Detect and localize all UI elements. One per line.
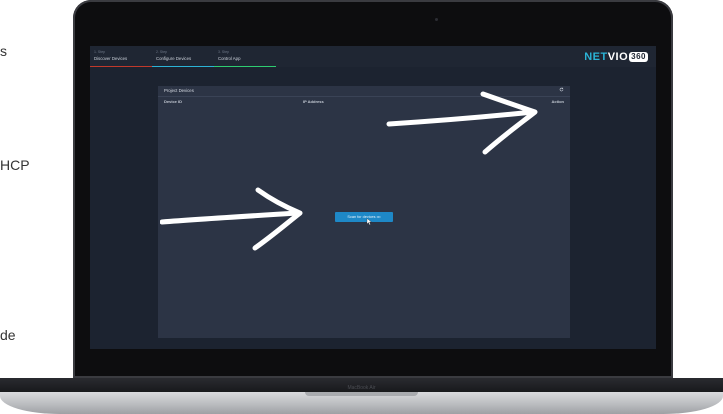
side-text-3: de <box>0 327 16 343</box>
side-text-2: HCP <box>0 157 30 173</box>
model-label: MacBook Air <box>347 385 376 391</box>
brand-part2: VIO <box>607 51 629 63</box>
cursor-icon <box>366 218 372 226</box>
tab-step-number: 2. Step <box>156 50 168 54</box>
column-action: Action <box>551 99 564 104</box>
scan-for-devices-button[interactable]: Scan for devices ••• <box>335 212 393 222</box>
scan-icon: ••• <box>376 215 381 219</box>
tab-step-number: 3. Step <box>218 50 230 54</box>
column-ip-address: IP Address <box>303 99 324 104</box>
laptop-screen: 1. Step Discover Devices 2. Step Configu… <box>90 46 656 349</box>
tab-label: Configure Devices <box>156 56 192 61</box>
arrow-annotation-icon <box>160 187 303 251</box>
laptop-notch <box>305 392 418 396</box>
tab-underline <box>152 65 214 67</box>
brand-badge: 360 <box>629 52 648 62</box>
brand-logo: NETVIO 360 <box>584 51 648 63</box>
panel-title: Project Devices <box>164 88 194 93</box>
tab-discover-devices[interactable]: 1. Step Discover Devices <box>90 46 152 67</box>
tab-label: Control App <box>218 56 241 61</box>
brand-part1: NET <box>584 51 608 63</box>
tab-configure-devices[interactable]: 2. Step Configure Devices <box>152 46 214 67</box>
column-device-id: Device ID <box>164 99 183 104</box>
tab-step-number: 1. Step <box>94 50 106 54</box>
tab-label: Discover Devices <box>94 56 128 61</box>
tab-underline <box>214 65 276 67</box>
tab-control-app[interactable]: 3. Step Control App <box>214 46 276 67</box>
camera-icon <box>435 18 438 21</box>
arrow-annotation-icon <box>386 91 538 155</box>
refresh-icon[interactable] <box>559 87 564 92</box>
app-header: 1. Step Discover Devices 2. Step Configu… <box>90 46 656 67</box>
tab-underline <box>90 65 152 67</box>
side-text-1: s <box>0 43 7 59</box>
